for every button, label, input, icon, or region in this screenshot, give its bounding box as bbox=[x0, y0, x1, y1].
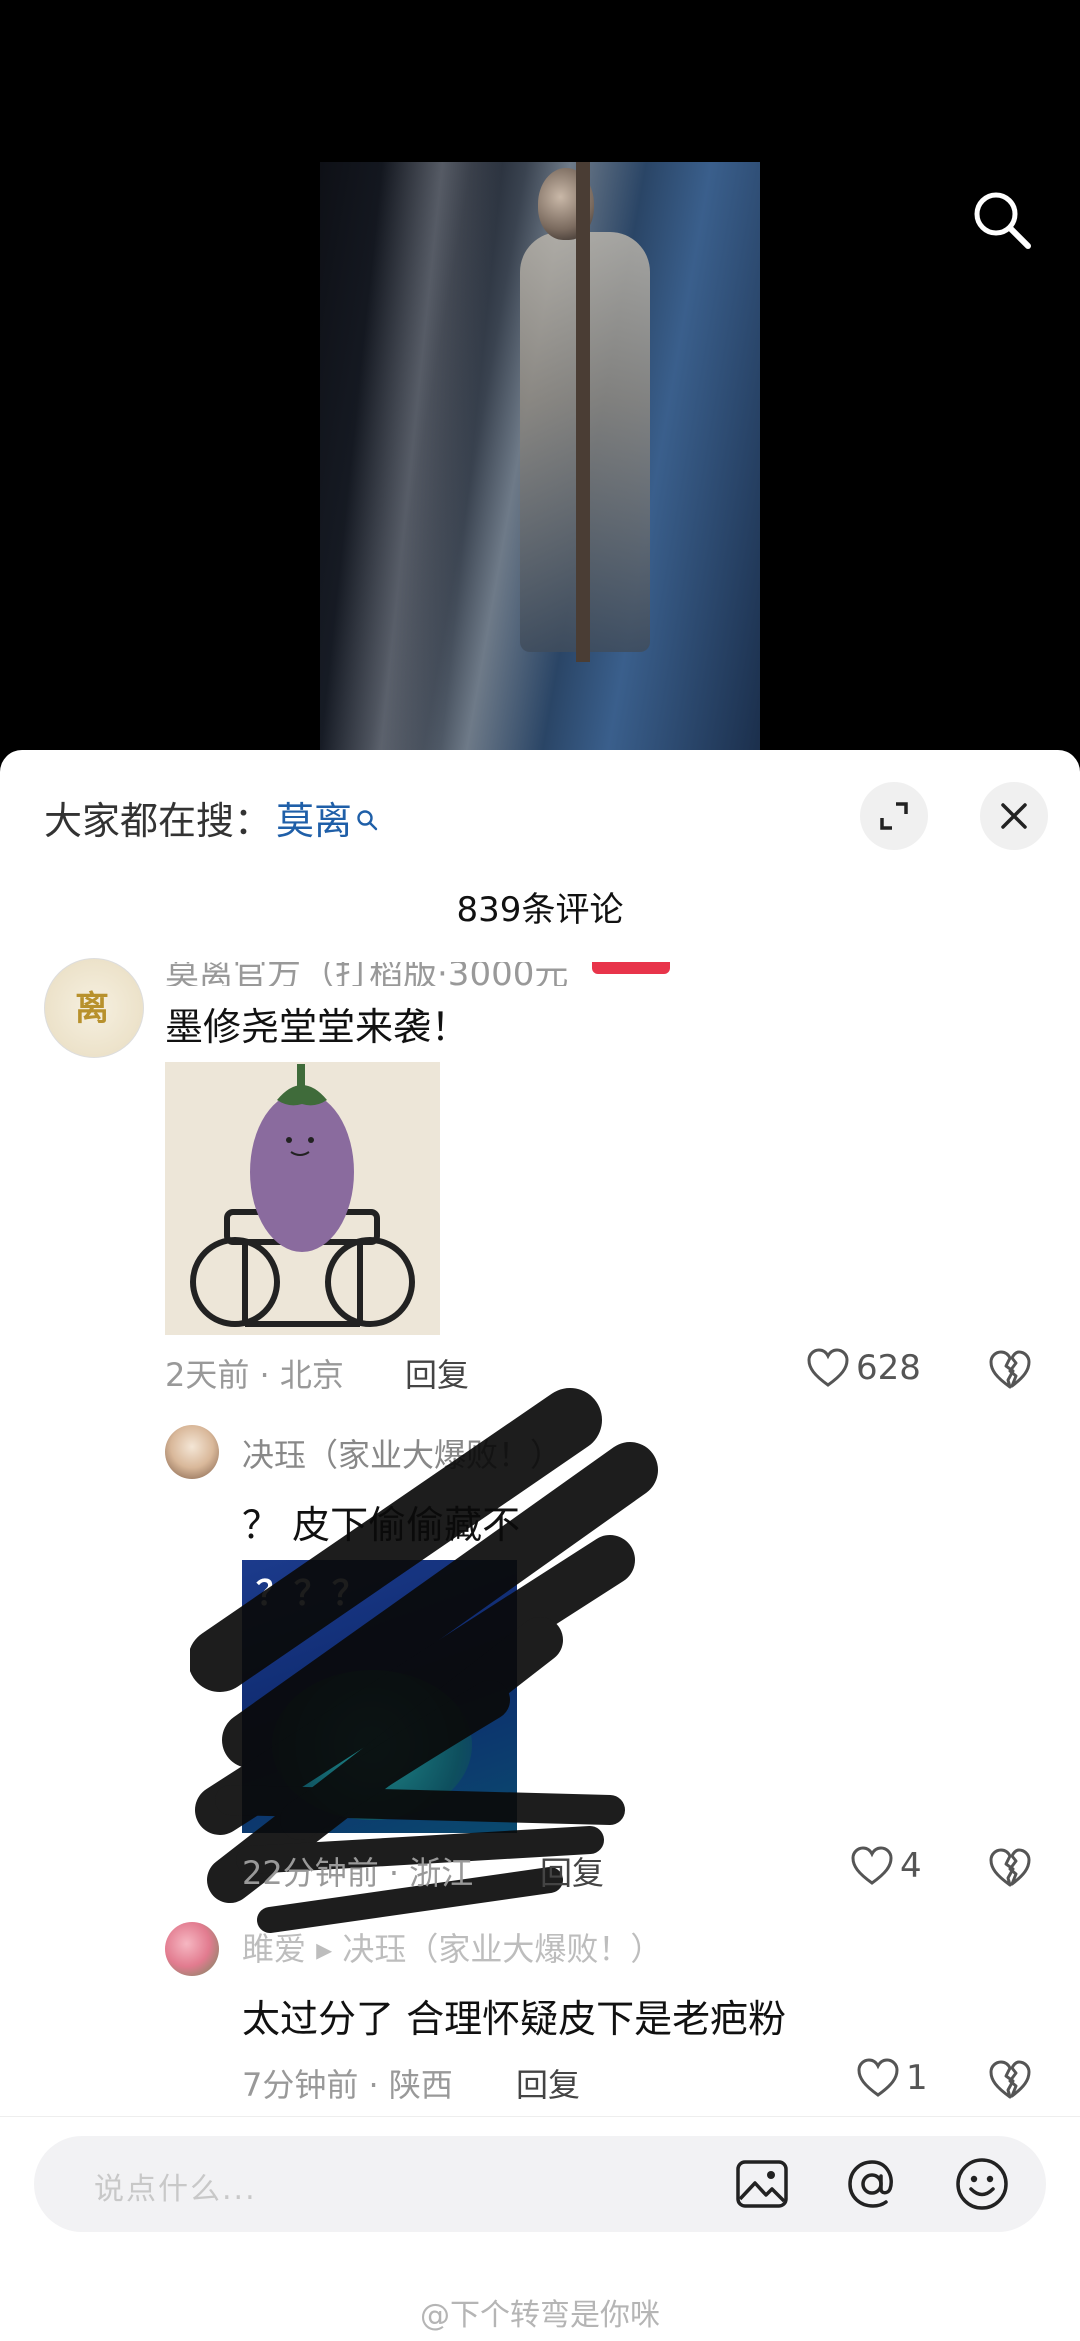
at-icon[interactable] bbox=[842, 2154, 902, 2214]
like-count: 1 bbox=[906, 2058, 928, 2098]
comment-count: 839条评论 bbox=[456, 890, 624, 930]
author-badge bbox=[592, 962, 670, 974]
like-count: 4 bbox=[900, 1846, 922, 1886]
comment-input[interactable]: 说点什么... bbox=[94, 2164, 257, 2208]
pillar bbox=[576, 162, 590, 662]
dislike-button[interactable] bbox=[988, 1848, 1032, 1892]
like-button[interactable]: 1 bbox=[856, 2058, 928, 2098]
comment-sheet: 大家都在搜： 莫离 839条评论 离 莫离官方（打稻版·3000元 墨修尧堂堂来… bbox=[0, 750, 1080, 2341]
small-search-icon bbox=[356, 796, 378, 840]
comment-text: 墨修尧堂堂来袭！ bbox=[165, 1005, 470, 1049]
heart-icon bbox=[851, 1846, 893, 1885]
like-button[interactable]: 4 bbox=[850, 1846, 922, 1886]
light-beam bbox=[320, 162, 507, 752]
avatar[interactable] bbox=[165, 1922, 219, 1976]
search-icon[interactable] bbox=[970, 188, 1034, 252]
comment-author[interactable]: 雎爱 ▸ 决珏（家业大爆败！） bbox=[242, 1924, 662, 1970]
broken-heart-icon bbox=[989, 1848, 1031, 1887]
like-count: 628 bbox=[856, 1348, 921, 1388]
trending-search-term[interactable]: 莫离 bbox=[276, 790, 352, 845]
heart-icon bbox=[857, 2058, 899, 2097]
broken-heart-icon bbox=[989, 1350, 1031, 1389]
dislike-button[interactable] bbox=[988, 2060, 1032, 2104]
dislike-button[interactable] bbox=[988, 1350, 1032, 1394]
comment-text: 太过分了 合理怀疑皮下是老疤粉 bbox=[242, 1997, 787, 2041]
broken-heart-icon bbox=[989, 2060, 1031, 2099]
watermark: @下个转弯是你咪 bbox=[420, 2298, 660, 2333]
trending-search-prefix: 大家都在搜： bbox=[44, 799, 273, 843]
comment-input-bar[interactable]: 说点什么... bbox=[34, 2136, 1046, 2232]
expand-icon[interactable] bbox=[860, 782, 928, 850]
trending-search[interactable]: 大家都在搜： 莫离 bbox=[44, 790, 378, 845]
reply-button[interactable]: 回复 bbox=[516, 2060, 580, 2106]
comment-image[interactable] bbox=[165, 1062, 440, 1335]
close-icon[interactable] bbox=[980, 782, 1048, 850]
divider bbox=[0, 2116, 1080, 2117]
video-player[interactable] bbox=[0, 0, 1080, 760]
emoji-icon[interactable] bbox=[952, 2154, 1012, 2214]
comment-meta: 22分钟前 · 浙江 bbox=[242, 1854, 474, 1892]
like-button[interactable]: 628 bbox=[806, 1348, 921, 1388]
heart-icon bbox=[807, 1348, 849, 1387]
comment-author-partial: 莫离官方（打稻版·3000元 bbox=[165, 962, 569, 986]
image-icon[interactable] bbox=[732, 2154, 792, 2214]
comment-meta: 7分钟前 · 陕西 bbox=[242, 2066, 453, 2104]
video-frame bbox=[320, 162, 760, 752]
avatar[interactable]: 离 bbox=[44, 958, 144, 1058]
reply-button[interactable]: 回复 bbox=[540, 1848, 604, 1894]
